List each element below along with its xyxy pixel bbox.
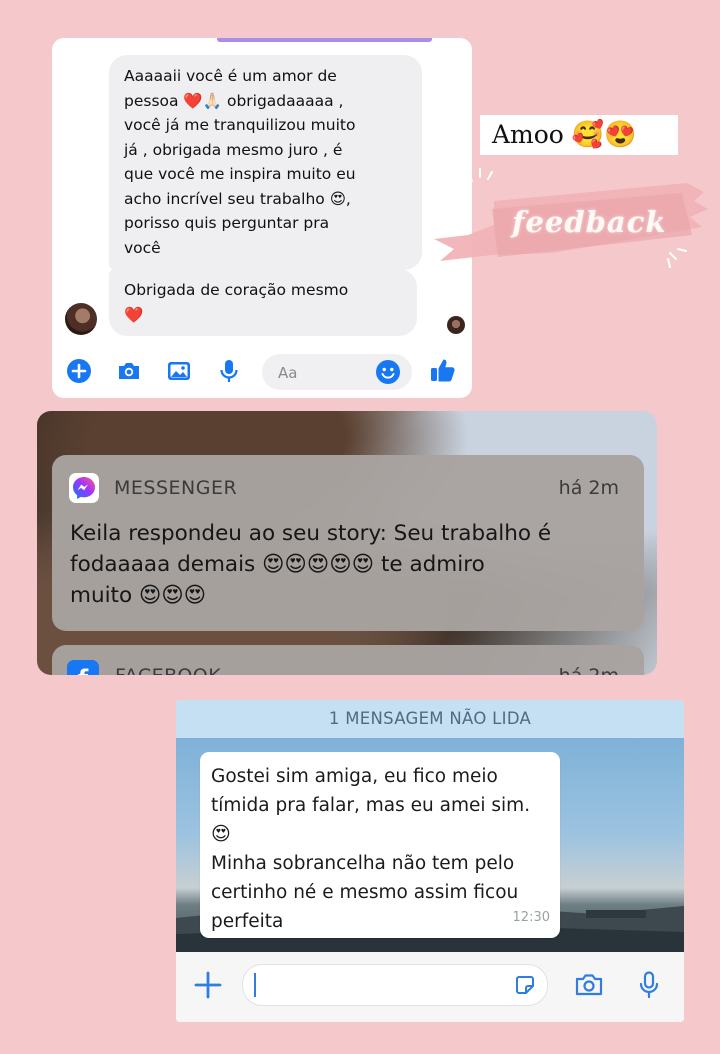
whatsapp-chat-card: 1 MENSAGEM NÃO LIDA Gostei sim amiga, eu… (176, 700, 684, 1022)
text-cursor (254, 973, 256, 997)
facebook-notification-clip: f FACEBOOK há 2m (37, 645, 657, 675)
notification-line: fodaaaaa demais 😍😍😍😍😍 te admiro (70, 552, 485, 577)
message-input[interactable] (242, 964, 548, 1006)
message-line: Obrigada de coração mesmo (124, 281, 349, 299)
top-accent-strip (217, 38, 432, 42)
messenger-app-icon (69, 473, 99, 503)
notification-app-name: FACEBOOK (115, 665, 221, 675)
message-text-field[interactable] (243, 965, 499, 1005)
emoji-icon[interactable] (375, 359, 401, 385)
message-text-field[interactable] (262, 354, 380, 392)
message-line: já , obrigada mesmo juro , é (124, 140, 343, 159)
notification-app-name: MESSENGER (114, 477, 238, 499)
message-line: Minha sobrancelha não tem pelo (211, 853, 515, 874)
message-line: você já me tranquilizou muito (124, 116, 356, 134)
message-line: acho incrível seu trabalho 😍, (124, 189, 351, 208)
message-line: 😍 (211, 823, 231, 845)
received-message-bubble[interactable]: Aaaaaii você é um amor de pessoa ❤️🙏🏻 ob… (109, 55, 422, 270)
message-line: pessoa ❤️🙏🏻 obrigadaaaaa , (124, 91, 344, 110)
message-line: ❤️ (124, 305, 144, 324)
received-message-bubble[interactable]: Obrigada de coração mesmo ❤️ (109, 269, 417, 336)
notification-time: há 2m (558, 477, 619, 499)
facebook-app-icon: f (67, 660, 99, 675)
sticker-icon[interactable] (513, 973, 537, 997)
message-line: perfeita (211, 911, 284, 932)
received-message-bubble[interactable]: Gostei sim amiga, eu fico meio tímida pr… (200, 752, 560, 938)
microphone-icon[interactable] (216, 358, 242, 384)
message-composer (176, 952, 684, 1022)
notification-time: há 2m (559, 665, 619, 675)
message-line: que você me inspira muito eu (124, 165, 356, 183)
message-line: porisso quis perguntar pra (124, 214, 330, 232)
message-composer (52, 346, 472, 398)
message-line: certinho né e mesmo assim ficou (211, 882, 519, 903)
seen-receipt-avatar (447, 316, 465, 334)
camera-icon[interactable] (574, 970, 604, 1000)
notification-line: muito 😍😍😍 (70, 583, 207, 608)
notification-message: Keila respondeu ao seu story: Seu trabal… (70, 518, 630, 611)
plus-icon[interactable] (193, 970, 223, 1000)
amoo-text: Amoo (492, 120, 564, 149)
story-collage: { "messenger": { "message_1": "Aaaaaii v… (0, 0, 720, 1054)
plus-icon[interactable] (66, 358, 92, 384)
facebook-notification[interactable]: f FACEBOOK há 2m (52, 645, 644, 675)
message-line: você (124, 238, 161, 257)
like-icon[interactable] (429, 356, 457, 384)
unread-messages-banner: 1 MENSAGEM NÃO LIDA (176, 700, 684, 738)
camera-icon[interactable] (116, 358, 142, 384)
heart-eyes-emoji: 🥰😍 (571, 120, 637, 150)
sender-avatar[interactable] (65, 303, 97, 335)
message-line: Gostei sim amiga, eu fico meio (211, 766, 498, 787)
microphone-icon[interactable] (634, 970, 664, 1000)
message-timestamp: 12:30 (512, 910, 550, 925)
message-line: Aaaaaii você é um amor de (124, 67, 337, 85)
feedback-label: feedback (512, 205, 667, 239)
messenger-chat-card: Aaaaaii você é um amor de pessoa ❤️🙏🏻 ob… (52, 38, 472, 398)
notification-line: Keila respondeu ao seu story: Seu trabal… (70, 521, 552, 546)
messenger-logo-icon (73, 477, 95, 499)
message-line: tímida pra falar, mas eu amei sim. (211, 795, 531, 816)
amoo-sticker: Amoo 🥰😍 (480, 115, 678, 155)
image-icon[interactable] (166, 358, 192, 384)
messenger-notification[interactable]: MESSENGER há 2m Keila respondeu ao seu s… (52, 455, 644, 631)
